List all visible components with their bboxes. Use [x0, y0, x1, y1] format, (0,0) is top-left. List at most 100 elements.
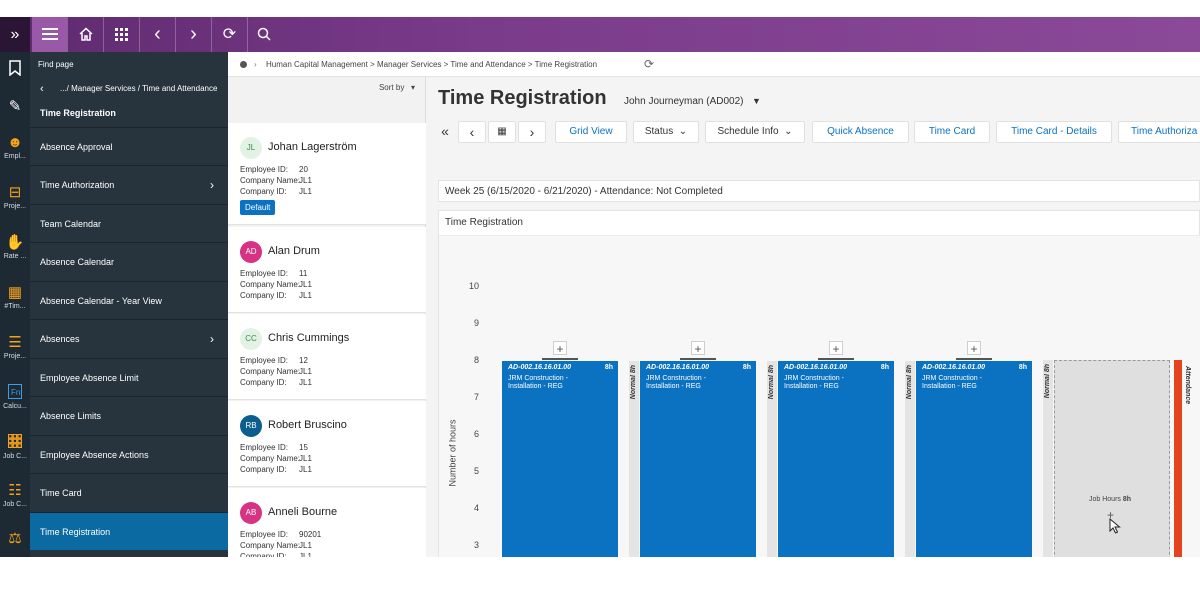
forward-icon[interactable]: ›: [176, 17, 211, 52]
entry-description: JRM Construction - Installation - REG: [508, 375, 568, 390]
handshake-icon: ✋: [5, 234, 25, 251]
schedule-info-dropdown[interactable]: Schedule Info ⌄: [705, 121, 805, 143]
time-authorization-button[interactable]: Time Authoriza: [1118, 121, 1200, 143]
entry-hours: 8h: [742, 364, 751, 371]
apps-grid-icon[interactable]: [104, 17, 139, 52]
employee-card[interactable]: AB Anneli Bourne Employee ID: 90201 Compa…: [228, 488, 426, 557]
rail-item-calculations[interactable]: Fn Calcu...: [0, 384, 30, 411]
time-entry-bar[interactable]: AD-002.16.16.01.00 8h JRM Construction - I…: [916, 361, 1032, 557]
find-page-link[interactable]: Find page: [38, 60, 74, 69]
normal-hours-strip: Normal 8h: [1043, 360, 1053, 557]
bar-cap: [956, 358, 992, 360]
entry-code: AD-002.16.16.01.00: [922, 364, 986, 371]
sort-by-dropdown[interactable]: Sort by ▾: [379, 83, 415, 92]
time-entry-bar[interactable]: AD-002.16.16.01.00 8h JRM Construction - I…: [502, 361, 618, 557]
employee-card[interactable]: RB Robert Bruscino Employee ID: 15 Compan…: [228, 401, 426, 487]
refresh-icon[interactable]: ⟳: [212, 17, 247, 52]
week-bar: Week 25 (6/15/2020 - 6/21/2020) - Attend…: [438, 180, 1200, 202]
collapse-icon[interactable]: «: [436, 121, 454, 143]
chevron-right-icon: ›: [210, 178, 214, 192]
time-entry-bar[interactable]: AD-002.16.16.01.00 8h JRM Construction - I…: [778, 361, 894, 557]
normal-hours-label: Normal 8h: [630, 365, 637, 400]
app-window: » ‹ › ⟳ ✎ ☻ Empl... ⊟ Proje... ✋ Rate ..…: [0, 17, 1200, 557]
calendar-icon[interactable]: ▦: [488, 121, 516, 143]
nav-item-team-calendar[interactable]: Team Calendar: [30, 204, 228, 242]
normal-hours-strip: Normal 8h: [767, 361, 777, 557]
status-dropdown[interactable]: Status ⌄: [633, 121, 699, 143]
nav-item-employee-absence-limit[interactable]: Employee Absence Limit: [30, 358, 228, 396]
nav-breadcrumb[interactable]: ‹ .../ Manager Services / Time and Atten…: [30, 78, 228, 100]
entry-code: AD-002.16.16.01.00: [784, 364, 848, 371]
entry-hours: 8h: [1018, 364, 1027, 371]
scale-icon: ⚖: [8, 530, 22, 547]
employee-card[interactable]: AD Alan Drum Employee ID: 11 Company Name…: [228, 227, 426, 313]
search-icon[interactable]: [246, 17, 281, 52]
rail-item-job-costs[interactable]: Job C...: [0, 433, 30, 461]
nav-back-icon[interactable]: ‹: [40, 78, 44, 100]
rail-item-scale[interactable]: ⚖: [0, 530, 30, 548]
rail-item-rates[interactable]: ✋ Rate ...: [0, 234, 30, 261]
rail-item-time[interactable]: ▦ #Tim...: [0, 284, 30, 311]
employee-name: Alan Drum: [268, 245, 320, 257]
add-entry-button[interactable]: +: [829, 341, 843, 356]
job-hours-label: Job Hours 8h: [1089, 496, 1132, 503]
y-axis-label: Number of hours: [447, 419, 458, 487]
grid-icon: [0, 433, 30, 452]
bookmark-icon: [0, 60, 30, 78]
entry-code: AD-002.16.16.01.00: [646, 364, 710, 371]
avatar: AB: [240, 502, 262, 524]
normal-hours-label: Normal 8h: [906, 365, 913, 400]
bookmark-item[interactable]: [0, 60, 30, 78]
rail-item-employees[interactable]: ☻ Empl...: [0, 134, 30, 161]
next-week-button[interactable]: ›: [518, 121, 546, 143]
y-tick-label: 7: [473, 392, 479, 402]
grid-view-button[interactable]: Grid View: [555, 121, 627, 143]
nav-item-absence-limits[interactable]: Absence Limits: [30, 396, 228, 434]
expand-icon[interactable]: »: [0, 17, 30, 52]
y-tick-label: 3: [473, 540, 479, 550]
y-tick-label: 6: [473, 429, 479, 439]
entry-description: JRM Construction - Installation - REG: [922, 375, 982, 390]
time-entry-bar[interactable]: AD-002.16.16.01.00 8h JRM Construction - I…: [640, 361, 756, 557]
add-entry-button[interactable]: +: [967, 341, 981, 356]
rail-item-projects-2[interactable]: ☰ Proje...: [0, 334, 30, 361]
nav-item-absence-calendar[interactable]: Absence Calendar: [30, 242, 228, 280]
svg-text:Fn: Fn: [11, 388, 20, 397]
normal-hours-strip: Normal 8h: [629, 361, 639, 557]
back-icon[interactable]: ‹: [140, 17, 175, 52]
home-icon[interactable]: [68, 17, 103, 52]
refresh-icon[interactable]: ⟳: [644, 52, 654, 77]
attendance-strip: [1174, 360, 1182, 557]
breadcrumb-path[interactable]: Human Capital Management > Manager Servi…: [266, 52, 597, 77]
nav-item-absence-calendar-year[interactable]: Absence Calendar - Year View: [30, 281, 228, 319]
employee-card[interactable]: CC Chris Cummings Employee ID: 12 Company…: [228, 314, 426, 400]
y-tick-label: 4: [473, 503, 479, 513]
time-card-details-button[interactable]: Time Card - Details: [996, 121, 1112, 143]
chart-title: Time Registration: [445, 217, 523, 228]
rail-item-projects[interactable]: ⊟ Proje...: [0, 184, 30, 211]
normal-hours-label: Normal 8h: [768, 365, 775, 400]
employee-card[interactable]: JL Johan Lagerström Employee ID: 20 Compa…: [228, 123, 426, 225]
nav-section-title: Time Registration: [40, 108, 116, 118]
fn-icon: Fn: [0, 384, 30, 402]
hamburger-menu-icon[interactable]: [32, 17, 67, 52]
add-entry-button[interactable]: +: [553, 341, 567, 356]
nav-item-time-card[interactable]: Time Card: [30, 473, 228, 511]
add-entry-button[interactable]: +: [691, 341, 705, 356]
previous-week-button[interactable]: ‹: [458, 121, 486, 143]
entry-description: JRM Construction - Installation - REG: [784, 375, 844, 390]
person-selector[interactable]: John Journeyman (AD002) ▼: [624, 96, 761, 107]
pencil-item[interactable]: ✎: [0, 98, 30, 116]
employee-list: Sort by ▾ JL Johan Lagerström Employee I…: [228, 77, 426, 557]
home-dot-icon[interactable]: [240, 61, 247, 68]
employee-name: Robert Bruscino: [268, 419, 347, 431]
nav-item-absences[interactable]: Absences ›: [30, 319, 228, 357]
rail-item-job-costs-2[interactable]: ☷ Job C...: [0, 482, 30, 509]
quick-absence-button[interactable]: Quick Absence: [812, 121, 909, 143]
nav-item-employee-absence-actions[interactable]: Employee Absence Actions: [30, 435, 228, 473]
avatar: JL: [240, 137, 262, 159]
nav-item-absence-approval[interactable]: Absence Approval: [30, 127, 228, 165]
time-card-button[interactable]: Time Card: [914, 121, 990, 143]
nav-item-time-registration[interactable]: Time Registration: [30, 512, 228, 550]
nav-item-time-authorization[interactable]: Time Authorization ›: [30, 165, 228, 203]
